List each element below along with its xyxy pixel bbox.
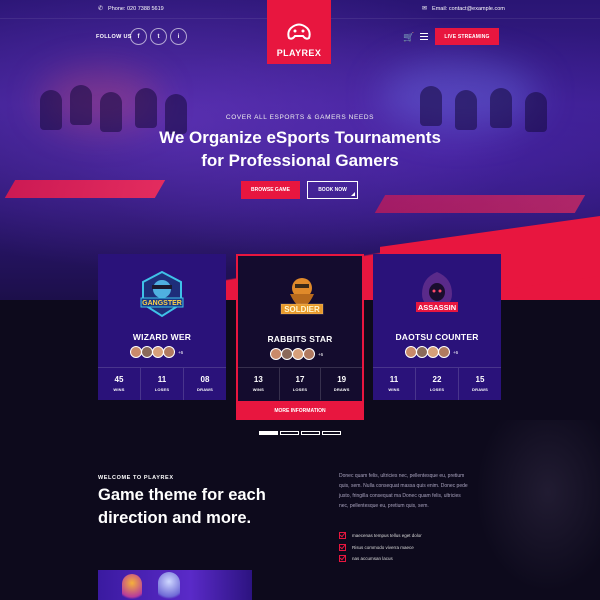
avatar bbox=[163, 346, 175, 358]
team-card[interactable]: ASSASSIN DAOTSU COUNTER +6 11 WINS 22 LOSE… bbox=[373, 254, 501, 400]
checklist-item: Risus commodo viverra maece bbox=[339, 542, 422, 554]
follow-us-label: FOLLOW US bbox=[96, 34, 132, 40]
team-name: WIZARD WER bbox=[132, 332, 192, 342]
team-members: +6 bbox=[130, 346, 183, 358]
svg-text:GANGSTER: GANGSTER bbox=[142, 300, 182, 307]
email-contact[interactable]: ✉ Email: contact@example.com bbox=[422, 5, 505, 13]
envelope-icon: ✉ bbox=[422, 6, 428, 12]
soldier-emblem-icon: SOLDIER bbox=[280, 278, 324, 315]
loses-stat: 22 LOSES bbox=[416, 368, 459, 400]
checklist-item: maecenas tempus tellus eget dolor bbox=[339, 530, 422, 542]
game-thumbnail bbox=[98, 570, 252, 600]
welcome-eyebrow: WELCOME TO PLAYREX bbox=[98, 475, 174, 481]
section-paragraph: Donec quam felis, ultricies nec, pellent… bbox=[339, 473, 468, 509]
instagram-icon[interactable]: i bbox=[170, 28, 187, 45]
menu-icon[interactable] bbox=[420, 33, 428, 42]
extra-members-count: +6 bbox=[318, 351, 324, 357]
carousel-pagination bbox=[259, 431, 341, 435]
book-now-button[interactable]: BOOK NOW bbox=[307, 181, 358, 199]
hero-title: We Organize eSports Tournaments for Prof… bbox=[0, 126, 600, 172]
phone-icon: ✆ bbox=[98, 6, 104, 12]
team-members: +6 bbox=[270, 348, 323, 360]
assassin-emblem-icon: ASSASSIN bbox=[416, 272, 458, 312]
svg-text:SOLDIER: SOLDIER bbox=[284, 305, 320, 314]
avatar bbox=[438, 346, 450, 358]
feature-checklist: maecenas tempus tellus eget dolor Risus … bbox=[339, 530, 422, 565]
background-figure bbox=[470, 420, 600, 600]
wins-stat: 45 WINS bbox=[98, 368, 141, 400]
character-figure bbox=[122, 574, 142, 600]
extra-members-count: +6 bbox=[178, 349, 184, 355]
checkbox-icon bbox=[339, 555, 346, 563]
hero-title-line-2: for Professional Gamers bbox=[201, 151, 399, 170]
character-figure bbox=[158, 572, 180, 600]
section-title: Game theme for each direction and more. bbox=[98, 486, 266, 527]
team-stats: 13 WINS 17 LOSES 19 DRAWS bbox=[238, 367, 362, 400]
twitter-icon[interactable]: t bbox=[150, 28, 167, 45]
team-card[interactable]: GANGSTER WIZARD WER +6 45 WINS 11 LOSES 08… bbox=[98, 254, 226, 400]
loses-stat: 11 LOSES bbox=[141, 368, 184, 400]
draws-stat: 15 DRAWS bbox=[472, 375, 488, 392]
svg-text:ASSASSIN: ASSASSIN bbox=[418, 303, 456, 312]
facebook-icon[interactable]: f bbox=[130, 28, 147, 45]
team-card-active[interactable]: SOLDIER RABBITS STAR +6 13 WINS 17 LOSES 1… bbox=[236, 254, 364, 420]
team-stats: 11 WINS 22 LOSES 15 DRAWS bbox=[373, 367, 501, 400]
cart-icon[interactable]: 🛒 bbox=[403, 32, 414, 43]
carousel-dot[interactable] bbox=[301, 431, 320, 435]
checkbox-icon bbox=[339, 543, 346, 551]
desk-light bbox=[374, 195, 586, 213]
checklist-item: nas accumsan lacus bbox=[339, 553, 422, 565]
wins-stat: 11 WINS bbox=[373, 368, 416, 400]
team-members: +6 bbox=[405, 346, 458, 358]
more-information-button[interactable]: MORE INFORMATION bbox=[238, 401, 362, 420]
draws-stat: 19 DRAWS bbox=[333, 375, 350, 392]
phone-text: Phone: 020 7388 5619 bbox=[108, 5, 164, 12]
email-text: Email: contact@example.com bbox=[432, 5, 505, 12]
team-name: DAOTSU COUNTER bbox=[395, 332, 479, 342]
carousel-dot-active[interactable] bbox=[259, 431, 278, 435]
gamepad-logo-icon bbox=[287, 23, 311, 40]
carousel-dot[interactable] bbox=[322, 431, 341, 435]
team-stats: 45 WINS 11 LOSES 08 DRAWS bbox=[98, 367, 226, 400]
brand-logo[interactable]: PLAYREX bbox=[267, 0, 331, 64]
carousel-dot[interactable] bbox=[280, 431, 299, 435]
phone-contact[interactable]: ✆ Phone: 020 7388 5619 bbox=[98, 5, 164, 13]
book-now-label: BOOK NOW bbox=[318, 187, 347, 193]
hero-title-line-1: We Organize eSports Tournaments bbox=[159, 128, 441, 147]
draws-stat: 08 DRAWS bbox=[197, 375, 213, 392]
browse-game-button[interactable]: BROWSE GAME bbox=[241, 181, 300, 199]
extra-members-count: +6 bbox=[453, 349, 459, 355]
live-streaming-button[interactable]: LIVE STREAMING bbox=[435, 28, 499, 45]
checkbox-icon bbox=[339, 532, 346, 540]
team-name: RABBITS STAR bbox=[267, 334, 333, 344]
gangster-emblem-icon: GANGSTER bbox=[140, 270, 184, 318]
avatar bbox=[303, 348, 315, 360]
brand-name: PLAYREX bbox=[276, 48, 322, 58]
wins-stat: 13 WINS bbox=[238, 368, 280, 400]
desk-light bbox=[4, 180, 166, 198]
loses-stat: 17 LOSES bbox=[280, 368, 322, 400]
hero-eyebrow: COVER ALL ESPORTS & GAMERS NEEDS bbox=[225, 114, 375, 121]
